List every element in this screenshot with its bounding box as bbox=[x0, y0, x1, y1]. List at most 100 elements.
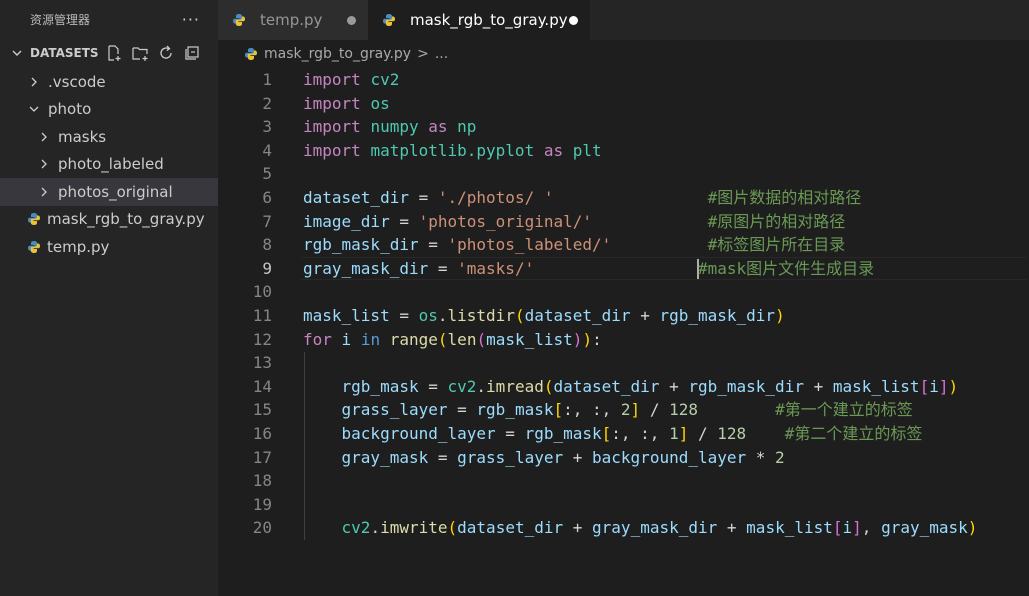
tree-item-photo-labeled[interactable]: photo_labeled bbox=[0, 151, 218, 179]
line-text: import matplotlib.pyplot as plt bbox=[303, 139, 602, 163]
code-line[interactable]: 17 gray_mask = grass_layer + background_… bbox=[218, 446, 1029, 470]
code-token: ) bbox=[967, 518, 978, 538]
code-line[interactable]: 19 bbox=[218, 493, 1029, 517]
code-token: #图片数据的相对路径 bbox=[707, 187, 862, 207]
refresh-icon[interactable] bbox=[155, 42, 177, 64]
python-file-icon bbox=[232, 13, 246, 27]
code-line[interactable]: 9 gray_mask_dir = 'masks/' #mask图片文件生成目录 bbox=[218, 256, 1029, 281]
code-token: dataset_dir bbox=[524, 305, 631, 325]
line-text: background_layer = rgb_mask[:, :, 1] / 1… bbox=[303, 422, 923, 446]
code-token: rgb_mask bbox=[524, 423, 602, 443]
line-number: 13 bbox=[252, 353, 272, 373]
code-token: = bbox=[408, 187, 438, 207]
code-line[interactable]: 2 import os bbox=[218, 92, 1029, 116]
code-token: rgb_mask_dir bbox=[303, 235, 419, 255]
unsaved-dot-icon[interactable] bbox=[569, 15, 578, 25]
code-line[interactable]: 20 cv2.imwrite(dataset_dir + gray_mask_d… bbox=[218, 516, 1029, 540]
code-token: import bbox=[303, 117, 361, 137]
breadcrumb-symbols[interactable]: ... bbox=[435, 46, 448, 62]
more-actions-icon[interactable]: ··· bbox=[182, 10, 200, 29]
code-token: plt bbox=[572, 140, 602, 160]
code-token: + bbox=[563, 447, 593, 467]
code-line[interactable]: 1 import cv2 bbox=[218, 68, 1029, 92]
code-token: gray_mask bbox=[341, 447, 429, 467]
tree-item-temp[interactable]: temp.py bbox=[0, 233, 218, 261]
tab-temp-py[interactable]: temp.py bbox=[218, 0, 368, 40]
code-line[interactable]: 5 bbox=[218, 162, 1029, 186]
python-file-icon bbox=[27, 212, 41, 226]
code-token: mask_list bbox=[486, 329, 573, 349]
code-line[interactable]: 3 import numpy as np bbox=[218, 115, 1029, 139]
python-file-icon bbox=[244, 47, 258, 61]
code-line[interactable]: 7 image_dir = 'photos_original/' #原图片的相对路… bbox=[218, 210, 1029, 234]
workspace-name: DATASETS bbox=[30, 46, 99, 60]
line-number: 6 bbox=[262, 187, 272, 207]
code-line[interactable]: 10 bbox=[218, 280, 1029, 304]
code-token: ] bbox=[852, 518, 862, 538]
code-token: #第二个建立的标签 bbox=[784, 423, 923, 443]
code-token: import bbox=[303, 93, 361, 113]
new-file-icon[interactable] bbox=[103, 42, 125, 64]
code-token: . bbox=[437, 305, 448, 325]
unsaved-dot-icon[interactable] bbox=[347, 15, 356, 25]
code-token: grass_layer bbox=[457, 447, 564, 467]
code-line[interactable]: 13 bbox=[218, 351, 1029, 375]
tab-label: temp.py bbox=[260, 11, 323, 29]
workspace-header[interactable]: DATASETS bbox=[0, 38, 218, 68]
code-line[interactable]: 14 rgb_mask = cv2.imread(dataset_dir + r… bbox=[218, 375, 1029, 399]
line-text: grass_layer = rgb_mask[:, :, 2] / 128 #第… bbox=[303, 398, 913, 422]
line-number: 2 bbox=[262, 93, 272, 113]
line-text: cv2.imwrite(dataset_dir + gray_mask_dir … bbox=[303, 516, 978, 540]
code-line[interactable]: 6 dataset_dir = './photos/ ' #图片数据的相对路径 bbox=[218, 186, 1029, 210]
code-line[interactable]: 18 bbox=[218, 469, 1029, 493]
tree-item-mask-rgb-to-gray[interactable]: mask_rgb_to_gray.py bbox=[0, 206, 218, 234]
code-token: ( bbox=[514, 305, 525, 325]
code-token: rgb_mask bbox=[476, 400, 554, 420]
python-file-icon bbox=[27, 240, 41, 254]
code-token: #第一个建立的标签 bbox=[775, 400, 913, 420]
tab-mask-rgb-to-gray[interactable]: mask_rgb_to_gray.py bbox=[368, 0, 590, 40]
tree-item-photo[interactable]: photo bbox=[0, 96, 218, 124]
code-token: #mask图片文件生成目录 bbox=[697, 258, 875, 278]
line-number: 20 bbox=[252, 518, 272, 538]
explorer-header: 资源管理器 ··· bbox=[0, 0, 218, 38]
code-token: [ bbox=[832, 518, 843, 538]
code-token: + bbox=[717, 518, 747, 538]
code-token: cv2 bbox=[341, 518, 371, 538]
code-line[interactable]: 12 for i in range(len(mask_list)): bbox=[218, 328, 1029, 352]
line-text: for i in range(len(mask_list)): bbox=[303, 328, 602, 352]
line-text: import os bbox=[303, 92, 390, 116]
code-editor[interactable]: 1 import cv2 2 import os 3 import numpy as np… bbox=[218, 68, 1029, 596]
collapse-all-icon[interactable] bbox=[181, 42, 203, 64]
tree-item-photos-original[interactable]: photos_original bbox=[0, 178, 218, 206]
code-token: i bbox=[842, 518, 853, 538]
code-token: matplotlib.pyplot bbox=[370, 140, 535, 160]
code-line[interactable]: 8 rgb_mask_dir = 'photos_labeled/' #标签图片所… bbox=[218, 233, 1029, 257]
tree-item-masks[interactable]: masks bbox=[0, 123, 218, 151]
code-token: i bbox=[929, 376, 939, 396]
code-token: 'masks/' bbox=[457, 258, 535, 278]
explorer-sidebar: 资源管理器 ··· DATASETS .vscode photo masks p… bbox=[0, 0, 218, 596]
line-text: gray_mask = grass_layer + background_lay… bbox=[303, 446, 785, 470]
chevron-right-icon bbox=[36, 129, 52, 145]
code-token: ) bbox=[775, 305, 785, 325]
tree-item-vscode[interactable]: .vscode bbox=[0, 68, 218, 96]
code-line[interactable]: 15 grass_layer = rgb_mask[:, :, 2] / 128… bbox=[218, 398, 1029, 422]
breadcrumb-file[interactable]: mask_rgb_to_gray.py bbox=[264, 46, 411, 62]
new-folder-icon[interactable] bbox=[129, 42, 151, 64]
code-line[interactable]: 4 import matplotlib.pyplot as plt bbox=[218, 139, 1029, 163]
code-line[interactable]: 11 mask_list = os.listdir(dataset_dir + r… bbox=[218, 304, 1029, 328]
tree-item-label: photo bbox=[48, 100, 92, 119]
code-line[interactable]: 16 background_layer = rgb_mask[:, :, 1] … bbox=[218, 422, 1029, 446]
line-number: 17 bbox=[252, 447, 272, 467]
chevron-down-icon[interactable] bbox=[8, 47, 26, 59]
line-number: 15 bbox=[252, 400, 272, 420]
code-token: dataset_dir bbox=[457, 518, 564, 538]
tab-label: mask_rgb_to_gray.py bbox=[410, 11, 568, 29]
code-token: :, :, bbox=[563, 400, 621, 420]
